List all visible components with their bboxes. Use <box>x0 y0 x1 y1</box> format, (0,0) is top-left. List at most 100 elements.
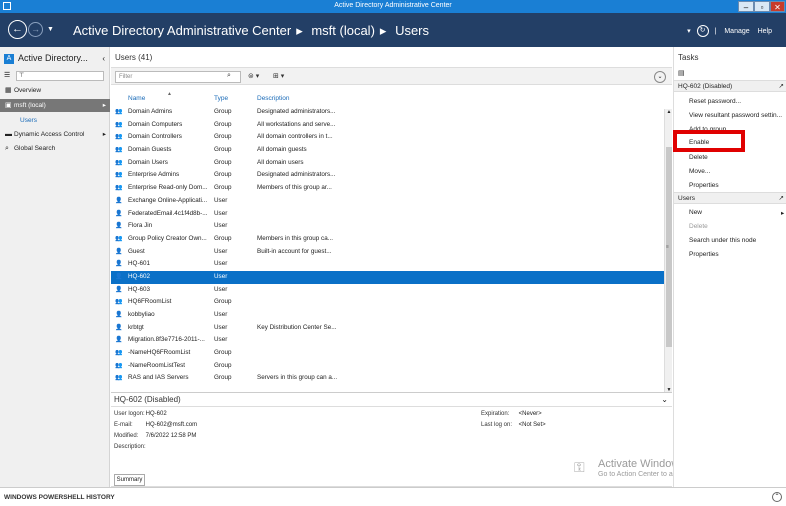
table-row[interactable]: 👤 Flora Jin User <box>111 220 664 233</box>
pin-icon[interactable]: ↗ <box>779 193 784 204</box>
add-criteria-button[interactable]: ⊞ ▾ <box>273 72 284 80</box>
scroll-up-icon[interactable]: ▲ <box>665 109 673 115</box>
table-row[interactable]: 👥 RAS and IAS Servers Group Servers in this… <box>111 372 664 385</box>
table-row[interactable]: 👥 -NameHQ6FRoomList Group <box>111 347 664 360</box>
summary-button[interactable]: Summary <box>114 474 145 486</box>
table-row[interactable]: 👤 kobbyliao User <box>111 309 664 322</box>
task-properties[interactable]: Properties <box>689 182 719 189</box>
table-row[interactable]: 👥 Domain Guests Group All domain guests <box>111 144 664 157</box>
forward-button[interactable]: → <box>28 22 43 37</box>
chevron-down-icon[interactable]: ⌄ <box>661 395 668 404</box>
preview-title: HQ-602 (Disabled) <box>114 395 181 404</box>
sidebar-item-msft-local[interactable]: ▣ msft (local) ▸ <box>0 99 110 112</box>
filter-bar: Filter ⌕ ⊜ ▾ ⊞ ▾ ⌄ <box>111 67 672 85</box>
table-row[interactable]: 👤 FederatedEmail.4c1f4d8b-... User <box>111 208 664 221</box>
sidebar-item-global-search[interactable]: ⌕ Global Search <box>0 142 110 155</box>
user-icon: 👤 <box>115 261 123 268</box>
cell-name: Flora Jin <box>128 222 153 230</box>
column-header-type[interactable]: Type <box>214 95 228 102</box>
sort-ascending-icon: ▲ <box>167 91 172 97</box>
task-reset-password[interactable]: Reset password... <box>689 98 741 105</box>
task-search-under-node[interactable]: Search under this node <box>689 237 756 244</box>
breadcrumb-separator-icon: ▸ <box>296 23 303 38</box>
pin-icon[interactable]: ↗ <box>779 81 784 92</box>
group-icon: 👥 <box>115 375 123 382</box>
back-button[interactable]: ← <box>8 20 27 39</box>
cell-description: Members of this group ar... <box>257 184 332 192</box>
header-dropdown-icon[interactable]: ▾ <box>687 28 691 35</box>
view-options-button[interactable]: ⊜ ▾ <box>248 72 259 80</box>
group-icon: 👥 <box>115 159 123 166</box>
task-section-users[interactable]: Users ↗ <box>674 192 786 204</box>
table-row[interactable]: 👥 Domain Admins Group Designated administra… <box>111 106 664 119</box>
table-row[interactable]: 👥 HQ6FRoomList Group <box>111 296 664 309</box>
maximize-button[interactable]: ▫ <box>754 1 770 12</box>
sidebar-item-dynamic-access-control[interactable]: ▬ Dynamic Access Control ▸ <box>0 128 110 141</box>
column-header-name[interactable]: Name <box>128 95 145 102</box>
cell-type: Group <box>214 146 232 154</box>
list-view-icon[interactable]: ☰ <box>4 71 10 79</box>
breadcrumb-users[interactable]: Users <box>395 23 429 38</box>
table-row[interactable]: 👤 Exchange Online-Applicati... User <box>111 195 664 208</box>
cell-name: HQ-601 <box>128 260 151 268</box>
table-row[interactable]: 👥 Enterprise Read-only Dom... Group Members… <box>111 182 664 195</box>
task-view-resultant-password-settings[interactable]: View resultant password settin... <box>689 112 782 119</box>
table-row[interactable]: 👥 Domain Controllers Group All domain contr… <box>111 131 664 144</box>
filter-input[interactable]: Filter <box>115 71 241 83</box>
task-users-properties[interactable]: Properties <box>689 251 719 258</box>
tree-view-toggle[interactable]: ⊤ <box>16 71 104 81</box>
history-dropdown-icon[interactable]: ▼ <box>47 26 54 33</box>
tasks-title: Tasks <box>678 53 699 62</box>
cell-name: FederatedEmail.4c1f4d8b-... <box>128 209 208 217</box>
table-row[interactable]: 👤 Migration.8f3e7716-2011-... User <box>111 334 664 347</box>
table-row[interactable]: 👥 Enterprise Admins Group Designated admini… <box>111 169 664 182</box>
task-new[interactable]: New ▸ <box>689 209 784 217</box>
preview-header[interactable]: HQ-602 (Disabled) ⌄ <box>111 392 672 406</box>
cell-type: User <box>214 285 228 293</box>
powershell-history-title: WINDOWS POWERSHELL HISTORY <box>4 494 115 501</box>
cell-type: Group <box>214 158 232 166</box>
table-row[interactable]: 👤 Guest User Built-in account for guest... <box>111 246 664 259</box>
table-row[interactable]: 👤 HQ-602 User <box>111 270 664 284</box>
active-directory-icon: A <box>4 53 14 64</box>
grid-scrollbar[interactable]: ▲ ≡ ▼ <box>664 109 672 393</box>
sidebar-item-users[interactable]: Users <box>0 114 110 127</box>
user-icon: 👤 <box>115 324 123 331</box>
cell-type: User <box>214 272 228 280</box>
expand-arrow-icon[interactable]: ▸ <box>103 99 106 112</box>
table-row[interactable]: 👤 krbtgt User Key Distribution Center Se... <box>111 322 664 335</box>
table-row[interactable]: 👤 HQ-601 User <box>111 258 664 271</box>
search-icon[interactable]: ⌕ <box>227 72 231 80</box>
header-bar: ← → ▼ Active Directory Administrative Ce… <box>0 13 786 47</box>
task-section-hq-602[interactable]: HQ-602 (Disabled) ↗ <box>674 80 786 92</box>
manage-menu[interactable]: Manage <box>724 28 749 35</box>
breadcrumb-root[interactable]: Active Directory Administrative Center <box>73 23 291 38</box>
users-pane: Users (41) Filter ⌕ ⊜ ▾ ⊞ ▾ ⌄ ▲ Name Typ… <box>111 47 672 487</box>
refresh-icon[interactable]: ↻ <box>696 25 709 37</box>
expand-up-icon[interactable]: ⌃ <box>772 492 782 502</box>
cell-type: User <box>214 196 228 204</box>
expand-filter-icon[interactable]: ⌄ <box>654 71 666 83</box>
table-row[interactable]: 👥 Group Policy Creator Own... Group Members… <box>111 233 664 246</box>
cell-type: User <box>214 222 228 230</box>
expiration-field: Expiration: <Never> <box>481 411 542 417</box>
task-delete[interactable]: Delete <box>689 154 708 161</box>
collapse-pane-icon[interactable]: ‹ <box>102 54 105 63</box>
table-row[interactable]: 👤 HQ-603 User <box>111 284 664 297</box>
task-move[interactable]: Move... <box>689 168 710 175</box>
table-row[interactable]: 👥 Domain Computers Group All workstations a… <box>111 119 664 132</box>
task-users-delete[interactable]: Delete <box>689 223 708 230</box>
close-button[interactable]: ✕ <box>770 1 785 12</box>
breadcrumb-domain[interactable]: msft (local) <box>311 23 375 38</box>
minimize-button[interactable]: – <box>738 1 754 12</box>
expand-arrow-icon[interactable]: ▸ <box>103 128 106 141</box>
table-row[interactable]: 👥 Domain Users Group All domain users <box>111 157 664 170</box>
domain-icon: ▣ <box>5 102 12 109</box>
powershell-history-bar[interactable]: WINDOWS POWERSHELL HISTORY ⌃ <box>0 487 786 506</box>
help-menu[interactable]: Help <box>758 28 772 35</box>
column-header-description[interactable]: Description <box>257 95 290 102</box>
header-separator: | <box>714 27 717 35</box>
submenu-arrow-icon: ▸ <box>781 210 785 217</box>
sidebar-item-overview[interactable]: ▦ Overview <box>0 84 110 97</box>
table-row[interactable]: 👥 -NameRoomListTest Group <box>111 360 664 373</box>
